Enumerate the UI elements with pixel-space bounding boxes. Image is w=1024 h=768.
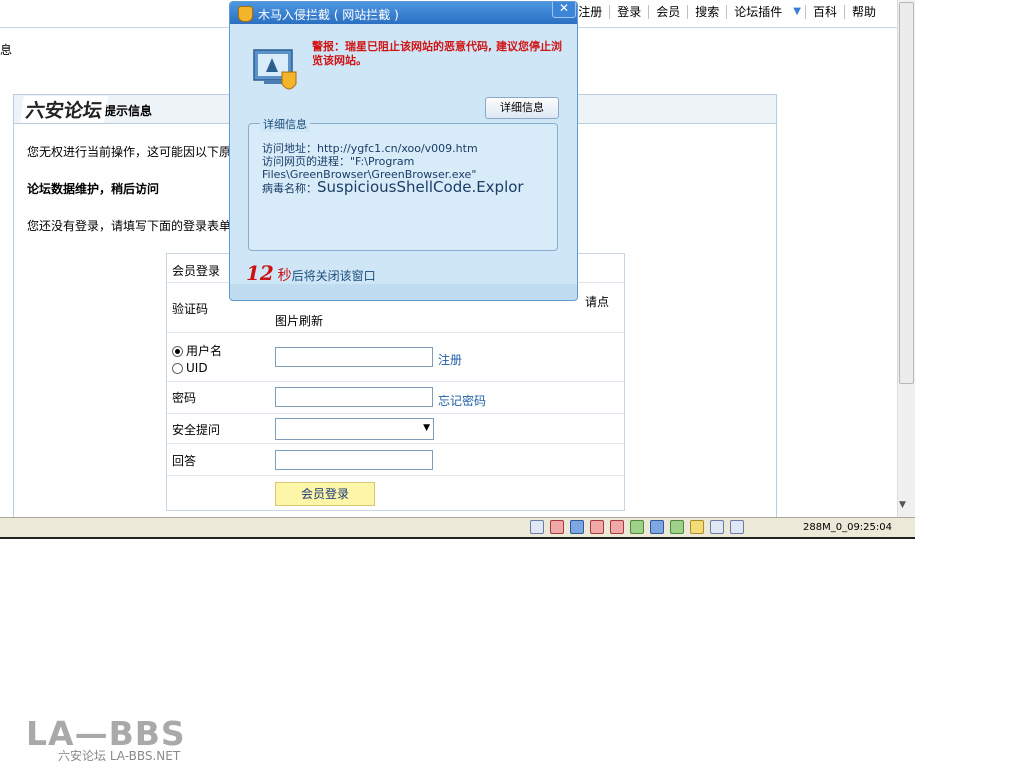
- truncated-text: 息: [0, 43, 13, 57]
- radio-selected-icon: [172, 346, 183, 357]
- nav-members[interactable]: 会员: [648, 5, 687, 19]
- nav-plugins[interactable]: 论坛插件: [726, 5, 789, 19]
- checklist-icon[interactable]: [670, 520, 684, 534]
- window-icon[interactable]: [710, 520, 724, 534]
- panel-title: 提示信息: [104, 104, 153, 118]
- nav-login[interactable]: 登录: [609, 5, 648, 19]
- captcha-refresh-link[interactable]: 图片刷新: [275, 312, 323, 329]
- rising-intercept-popup: 木马入侵拦截 ( 网站拦截 ) ✕ 警报：瑞星已阻止该网站的恶意代码, 建议您停…: [229, 1, 578, 301]
- details-content: 访问地址：http://ygfc1.cn/xoo/v009.htm 访问网页的进…: [262, 142, 552, 195]
- login-header: 会员登录: [172, 264, 221, 278]
- popup-title: 木马入侵拦截 ( 网站拦截 ): [258, 8, 399, 22]
- message-not-logged-in: 您还没有登录，请填写下面的登录表单: [27, 219, 232, 233]
- scroll-down-icon[interactable]: ▼: [899, 500, 906, 510]
- captcha-label: 验证码: [172, 302, 209, 316]
- nav-menu: 注册 登录 会员 搜索 论坛插件 ▼ 百科 帮助: [571, 5, 883, 19]
- close-page-icon[interactable]: [610, 520, 624, 534]
- details-button[interactable]: 详细信息: [485, 97, 559, 119]
- dropdown-arrow-icon: ▼: [423, 423, 430, 433]
- refresh-icon[interactable]: [630, 520, 644, 534]
- virus-line: 病毒名称：SuspiciousShellCode.Explor: [262, 178, 552, 196]
- security-question-row: 安全提问 ▼: [167, 414, 624, 444]
- username-input[interactable]: [275, 347, 433, 367]
- register-link[interactable]: 注册: [438, 351, 462, 368]
- security-icon[interactable]: [590, 520, 604, 534]
- security-question-select[interactable]: ▼: [275, 418, 434, 440]
- countdown-unit: 秒: [277, 268, 292, 284]
- popup-footer-wave: [230, 284, 577, 300]
- radio-empty-icon: [172, 363, 183, 374]
- process-label: 访问网页的进程：: [262, 155, 350, 168]
- submit-row: 会员登录: [167, 476, 624, 510]
- nav-search[interactable]: 搜索: [687, 5, 726, 19]
- popup-titlebar[interactable]: 木马入侵拦截 ( 网站拦截 ): [230, 2, 577, 24]
- password-label: 密码: [172, 391, 197, 405]
- forgot-password-link[interactable]: 忘记密码: [438, 392, 486, 409]
- answer-input[interactable]: [275, 450, 433, 470]
- message-no-permission: 您无权进行当前操作，这可能因以下原: [27, 145, 232, 159]
- visit-address-value: http://ygfc1.cn/xoo/v009.htm: [317, 142, 478, 155]
- countdown-text: 后将关闭该窗口: [291, 269, 376, 283]
- visit-address-label: 访问地址：: [262, 142, 317, 155]
- ie-icon[interactable]: [690, 520, 704, 534]
- username-row: 用户名 UID 注册: [167, 333, 624, 382]
- login-submit-button[interactable]: 会员登录: [275, 482, 375, 506]
- visit-address-line: 访问地址：http://ygfc1.cn/xoo/v009.htm: [262, 142, 552, 155]
- warning-message: 警报：瑞星已阻止该网站的恶意代码, 建议您停止浏览该网站。: [312, 40, 563, 67]
- password-row: 密码 忘记密码: [167, 382, 624, 414]
- rising-logo-icon: [238, 6, 253, 22]
- nav-help[interactable]: 帮助: [843, 5, 883, 19]
- watermark-caption: 六安论坛 LA-BBS.NET: [58, 749, 181, 763]
- forum-logo: 六安论坛: [20, 96, 108, 123]
- nav-wiki[interactable]: 百科: [804, 5, 844, 19]
- username-radio[interactable]: 用户名: [172, 342, 222, 359]
- countdown: 12 秒后将关闭该窗口: [246, 261, 376, 285]
- security-question-label: 安全提问: [172, 423, 221, 437]
- dropdown-icon[interactable]: [570, 520, 584, 534]
- captcha-hint: 请点: [585, 295, 610, 309]
- close-icon[interactable]: ✕: [552, 2, 576, 18]
- uid-radio[interactable]: UID: [172, 361, 208, 375]
- scrollbar-thumb[interactable]: [899, 2, 914, 384]
- page-icon[interactable]: [530, 520, 544, 534]
- countdown-number: 12: [246, 261, 274, 285]
- answer-label: 回答: [172, 454, 197, 468]
- message-maintenance: 论坛数据维护，稍后访问: [27, 182, 160, 196]
- chevron-down-icon[interactable]: ▼: [789, 5, 805, 19]
- status-icons: [530, 520, 744, 534]
- popup-block-icon[interactable]: [550, 520, 564, 534]
- status-bar: 288M_0_09:25:04: [0, 517, 915, 539]
- answer-row: 回答: [167, 444, 624, 476]
- password-input[interactable]: [275, 387, 433, 407]
- details-legend: 详细信息: [260, 116, 310, 132]
- memory-time-readout: 288M_0_09:25:04: [803, 522, 892, 533]
- virus-name: SuspiciousShellCode.Explor: [317, 178, 524, 196]
- virus-label: 病毒名称：: [262, 182, 317, 195]
- monitor-shield-icon: [253, 49, 297, 90]
- zoom-icon[interactable]: [730, 520, 744, 534]
- proxy-icon[interactable]: [650, 520, 664, 534]
